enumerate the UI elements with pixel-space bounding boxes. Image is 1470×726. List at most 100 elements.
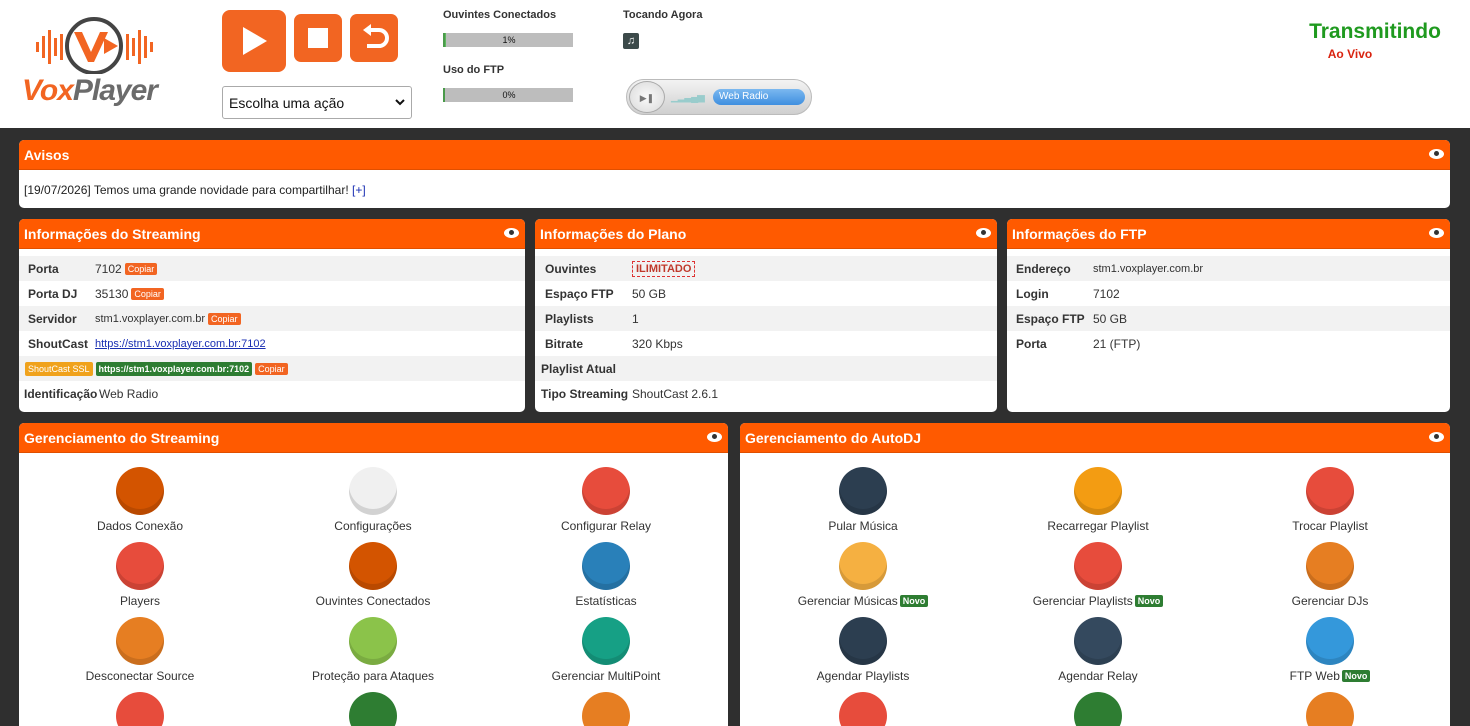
grid-item[interactable]: Estatísticas — [496, 542, 716, 608]
grid-item[interactable]: Recarregar Playlist — [988, 467, 1208, 533]
grid-item-partial[interactable] — [753, 692, 973, 726]
new-badge: Novo — [1134, 595, 1164, 607]
users-icon[interactable] — [349, 542, 397, 590]
top-header: VoxPlayer Escolha uma ação Ouvintes Cone… — [0, 0, 1470, 128]
eye-icon[interactable] — [1429, 228, 1444, 238]
more-icon[interactable] — [349, 692, 397, 726]
info-row-porta: Porta 7102 Copiar — [19, 256, 525, 281]
play-button[interactable] — [222, 10, 286, 72]
calendar-clock-icon[interactable] — [1074, 617, 1122, 665]
grid-item-label: Estatísticas — [575, 594, 637, 608]
grid-item[interactable]: Players — [30, 542, 250, 608]
notices-panel: Avisos [19/07/2026] Temos uma grande nov… — [19, 140, 1450, 208]
antenna-icon[interactable] — [116, 467, 164, 515]
ftp-row-login: Login 7102 — [1016, 286, 1120, 301]
shield-bug-icon[interactable] — [349, 617, 397, 665]
ssl-link-badge[interactable]: https://stm1.voxplayer.com.br:7102 — [95, 361, 253, 376]
settings-doc-icon[interactable] — [349, 467, 397, 515]
shoutcast-link[interactable]: https://stm1.voxplayer.com.br:7102 — [95, 338, 266, 350]
voxplayer-logo[interactable]: VoxPlayer — [22, 14, 182, 110]
grid-item-label: Agendar Playlists — [816, 669, 910, 683]
manage-playlists-icon[interactable] — [1074, 542, 1122, 590]
now-playing-label: Tocando Agora — [623, 9, 703, 21]
ftp-usage-label: Uso do FTP — [443, 64, 505, 76]
grid-item-label: Players — [119, 594, 160, 608]
mini-player[interactable]: ▶❚ ▁▂▃▄▅ Web Radio — [626, 79, 812, 115]
ftp-row-porta: Porta 21 (FTP) — [1016, 336, 1141, 351]
grid-item[interactable]: Gerenciar Músicas Novo — [753, 542, 973, 608]
swap-playlist-icon[interactable] — [1306, 467, 1354, 515]
grid-item-label: Configurar Relay — [560, 519, 652, 533]
eye-icon[interactable] — [504, 228, 519, 238]
plan-row-playlist-atual: Playlist Atual — [535, 356, 997, 381]
more-icon[interactable] — [116, 692, 164, 726]
more-icon[interactable] — [1306, 692, 1354, 726]
stop-icon — [308, 28, 328, 48]
notice-more-link[interactable]: [+] — [352, 183, 366, 197]
grid-item-partial[interactable] — [263, 692, 483, 726]
music-files-icon[interactable] — [839, 542, 887, 590]
more-icon[interactable] — [582, 692, 630, 726]
skip-music-icon[interactable] — [839, 467, 887, 515]
mini-player-play-icon[interactable]: ▶❚ — [629, 81, 665, 113]
calendar-icon[interactable] — [839, 617, 887, 665]
more-icon[interactable] — [839, 692, 887, 726]
player-icon[interactable] — [116, 542, 164, 590]
grid-item-label: Trocar Playlist — [1292, 519, 1368, 533]
play-circle-icon[interactable] — [582, 467, 630, 515]
ftp-usage-progress-bar: 0% — [443, 88, 573, 102]
grid-item[interactable]: Gerenciar MultiPoint — [496, 617, 716, 683]
plan-row-tipo: Tipo Streaming ShoutCast 2.6.1 — [541, 386, 719, 401]
network-icon[interactable] — [582, 617, 630, 665]
grid-item-label: Pular Música — [828, 519, 898, 533]
grid-item[interactable]: Dados Conexão — [30, 467, 250, 533]
exit-door-icon[interactable] — [116, 617, 164, 665]
copy-button[interactable]: Copiar — [124, 262, 158, 275]
grid-item[interactable]: Agendar Relay — [988, 617, 1208, 683]
action-select[interactable]: Escolha uma ação — [222, 86, 412, 119]
grid-item[interactable]: FTP Web Novo — [1220, 617, 1440, 683]
grid-item[interactable]: Desconectar Source — [30, 617, 250, 683]
grid-item[interactable]: Pular Música — [753, 467, 973, 533]
eye-icon[interactable] — [1429, 149, 1444, 159]
copy-button[interactable]: Copiar — [208, 312, 241, 325]
grid-item[interactable]: Configurações — [263, 467, 483, 533]
grid-item-partial[interactable] — [1220, 692, 1440, 726]
eye-icon[interactable] — [707, 432, 722, 442]
plan-row-espaco: Espaço FTP 50 GB — [545, 286, 667, 301]
grid-item[interactable]: Configurar Relay — [496, 467, 716, 533]
chevron-down-icon — [395, 99, 405, 106]
ftp-web-icon[interactable] — [1306, 617, 1354, 665]
copy-button[interactable]: Copiar — [255, 362, 288, 375]
copy-button[interactable]: Copiar — [131, 287, 164, 300]
grid-item-partial[interactable] — [30, 692, 250, 726]
plan-row-ouvintes: Ouvintes ILIMITADO — [535, 256, 997, 281]
grid-item[interactable]: Gerenciar Playlists Novo — [988, 542, 1208, 608]
stop-button[interactable] — [294, 14, 342, 62]
mini-player-label: Web Radio — [713, 89, 805, 105]
dj-icon[interactable] — [1306, 542, 1354, 590]
grid-item-label: FTP Web — [1289, 669, 1340, 683]
grid-item-partial[interactable] — [988, 692, 1208, 726]
reload-playlist-icon[interactable] — [1074, 467, 1122, 515]
grid-item-label: Dados Conexão — [96, 519, 184, 533]
stats-icon[interactable] — [582, 542, 630, 590]
grid-item[interactable]: Ouvintes Conectados — [263, 542, 483, 608]
grid-item[interactable]: Trocar Playlist — [1220, 467, 1440, 533]
grid-item[interactable]: Gerenciar DJs — [1220, 542, 1440, 608]
grid-item-partial[interactable] — [496, 692, 716, 726]
grid-item[interactable]: Proteção para Ataques — [263, 617, 483, 683]
eye-icon[interactable] — [976, 228, 991, 238]
listeners-progress-bar: 1% — [443, 33, 573, 47]
notice-text: [19/07/2026] Temos uma grande novidade p… — [24, 183, 349, 197]
broadcast-status-subtitle: Ao Vivo — [1327, 47, 1373, 61]
grid-item-label: Gerenciar Músicas — [797, 594, 898, 608]
restart-icon — [363, 24, 389, 48]
grid-item[interactable]: Agendar Playlists — [753, 617, 973, 683]
music-note-icon[interactable]: ♫ — [623, 33, 639, 49]
eye-icon[interactable] — [1429, 432, 1444, 442]
restart-button[interactable] — [350, 14, 398, 62]
plan-row-bitrate: Bitrate 320 Kbps — [545, 336, 683, 351]
more-icon[interactable] — [1074, 692, 1122, 726]
grid-item-label: Desconectar Source — [85, 669, 195, 683]
